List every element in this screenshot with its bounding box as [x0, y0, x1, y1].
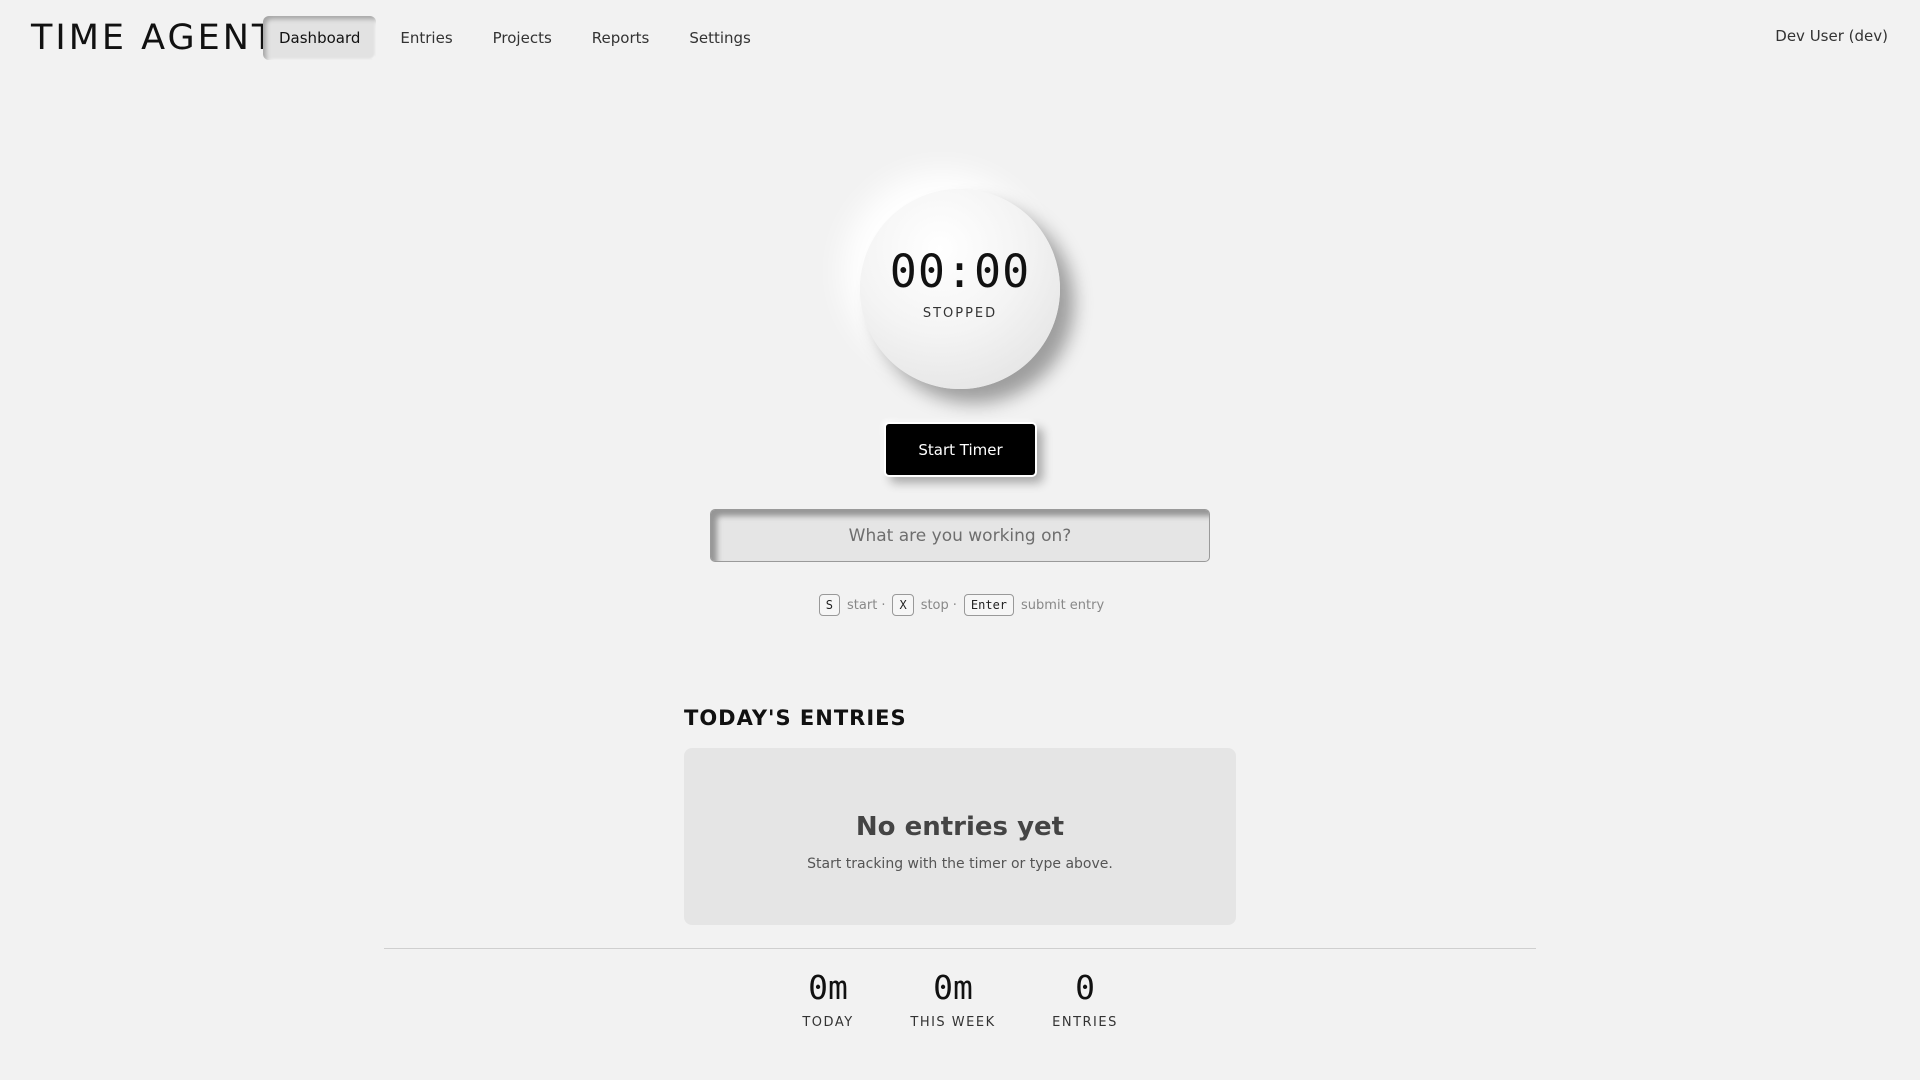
stat-this-week-value: 0m — [933, 968, 973, 1007]
stat-today-value: 0m — [808, 968, 848, 1007]
top-bar: TIME AGENT Dashboard Entries Projects Re… — [0, 0, 1920, 76]
stat-entries: 0 ENTRIES — [1025, 968, 1145, 1030]
stat-entries-label: ENTRIES — [1052, 1015, 1118, 1030]
shortcut-key-start: S — [818, 594, 841, 616]
shortcut-desc-start: start — [847, 597, 878, 613]
user-menu[interactable]: Dev User (dev) — [1775, 27, 1888, 45]
stat-entries-value: 0 — [1075, 968, 1095, 1007]
shortcut-key-stop: X — [892, 594, 914, 616]
hint-separator: · — [881, 597, 886, 613]
main-nav: Dashboard Entries Projects Reports Setti… — [263, 16, 775, 60]
stat-today-label: TODAY — [802, 1015, 854, 1030]
nav-item-entries[interactable]: Entries — [384, 16, 468, 60]
start-timer-button[interactable]: Start Timer — [884, 422, 1037, 477]
nav-item-projects[interactable]: Projects — [477, 16, 568, 60]
entries-empty-state: No entries yet Start tracking with the t… — [684, 748, 1236, 925]
stats-divider — [384, 948, 1536, 949]
stat-this-week-label: THIS WEEK — [910, 1015, 996, 1030]
hint-separator: · — [952, 597, 957, 613]
shortcut-desc-submit: submit entry — [1021, 597, 1105, 613]
task-description-input[interactable] — [710, 509, 1210, 562]
shortcut-key-submit: Enter — [963, 594, 1015, 616]
timer-display: 00:00 — [889, 245, 1031, 298]
stat-this-week: 0m THIS WEEK — [893, 968, 1013, 1030]
empty-state-subtitle: Start tracking with the timer or type ab… — [807, 855, 1113, 872]
nav-item-settings[interactable]: Settings — [673, 16, 767, 60]
timer-status: STOPPED — [922, 306, 998, 321]
app-logo: TIME AGENT — [31, 18, 277, 58]
keyboard-hints: S start · X stop · Enter submit entry — [0, 594, 1920, 616]
entries-section-title: TODAY'S ENTRIES — [684, 706, 907, 730]
nav-item-reports[interactable]: Reports — [576, 16, 666, 60]
empty-state-title: No entries yet — [855, 811, 1065, 842]
shortcut-desc-stop: stop — [920, 597, 949, 613]
timer-dial: 00:00 STOPPED — [860, 189, 1060, 389]
nav-item-dashboard[interactable]: Dashboard — [263, 16, 377, 60]
stat-today: 0m TODAY — [768, 968, 888, 1030]
